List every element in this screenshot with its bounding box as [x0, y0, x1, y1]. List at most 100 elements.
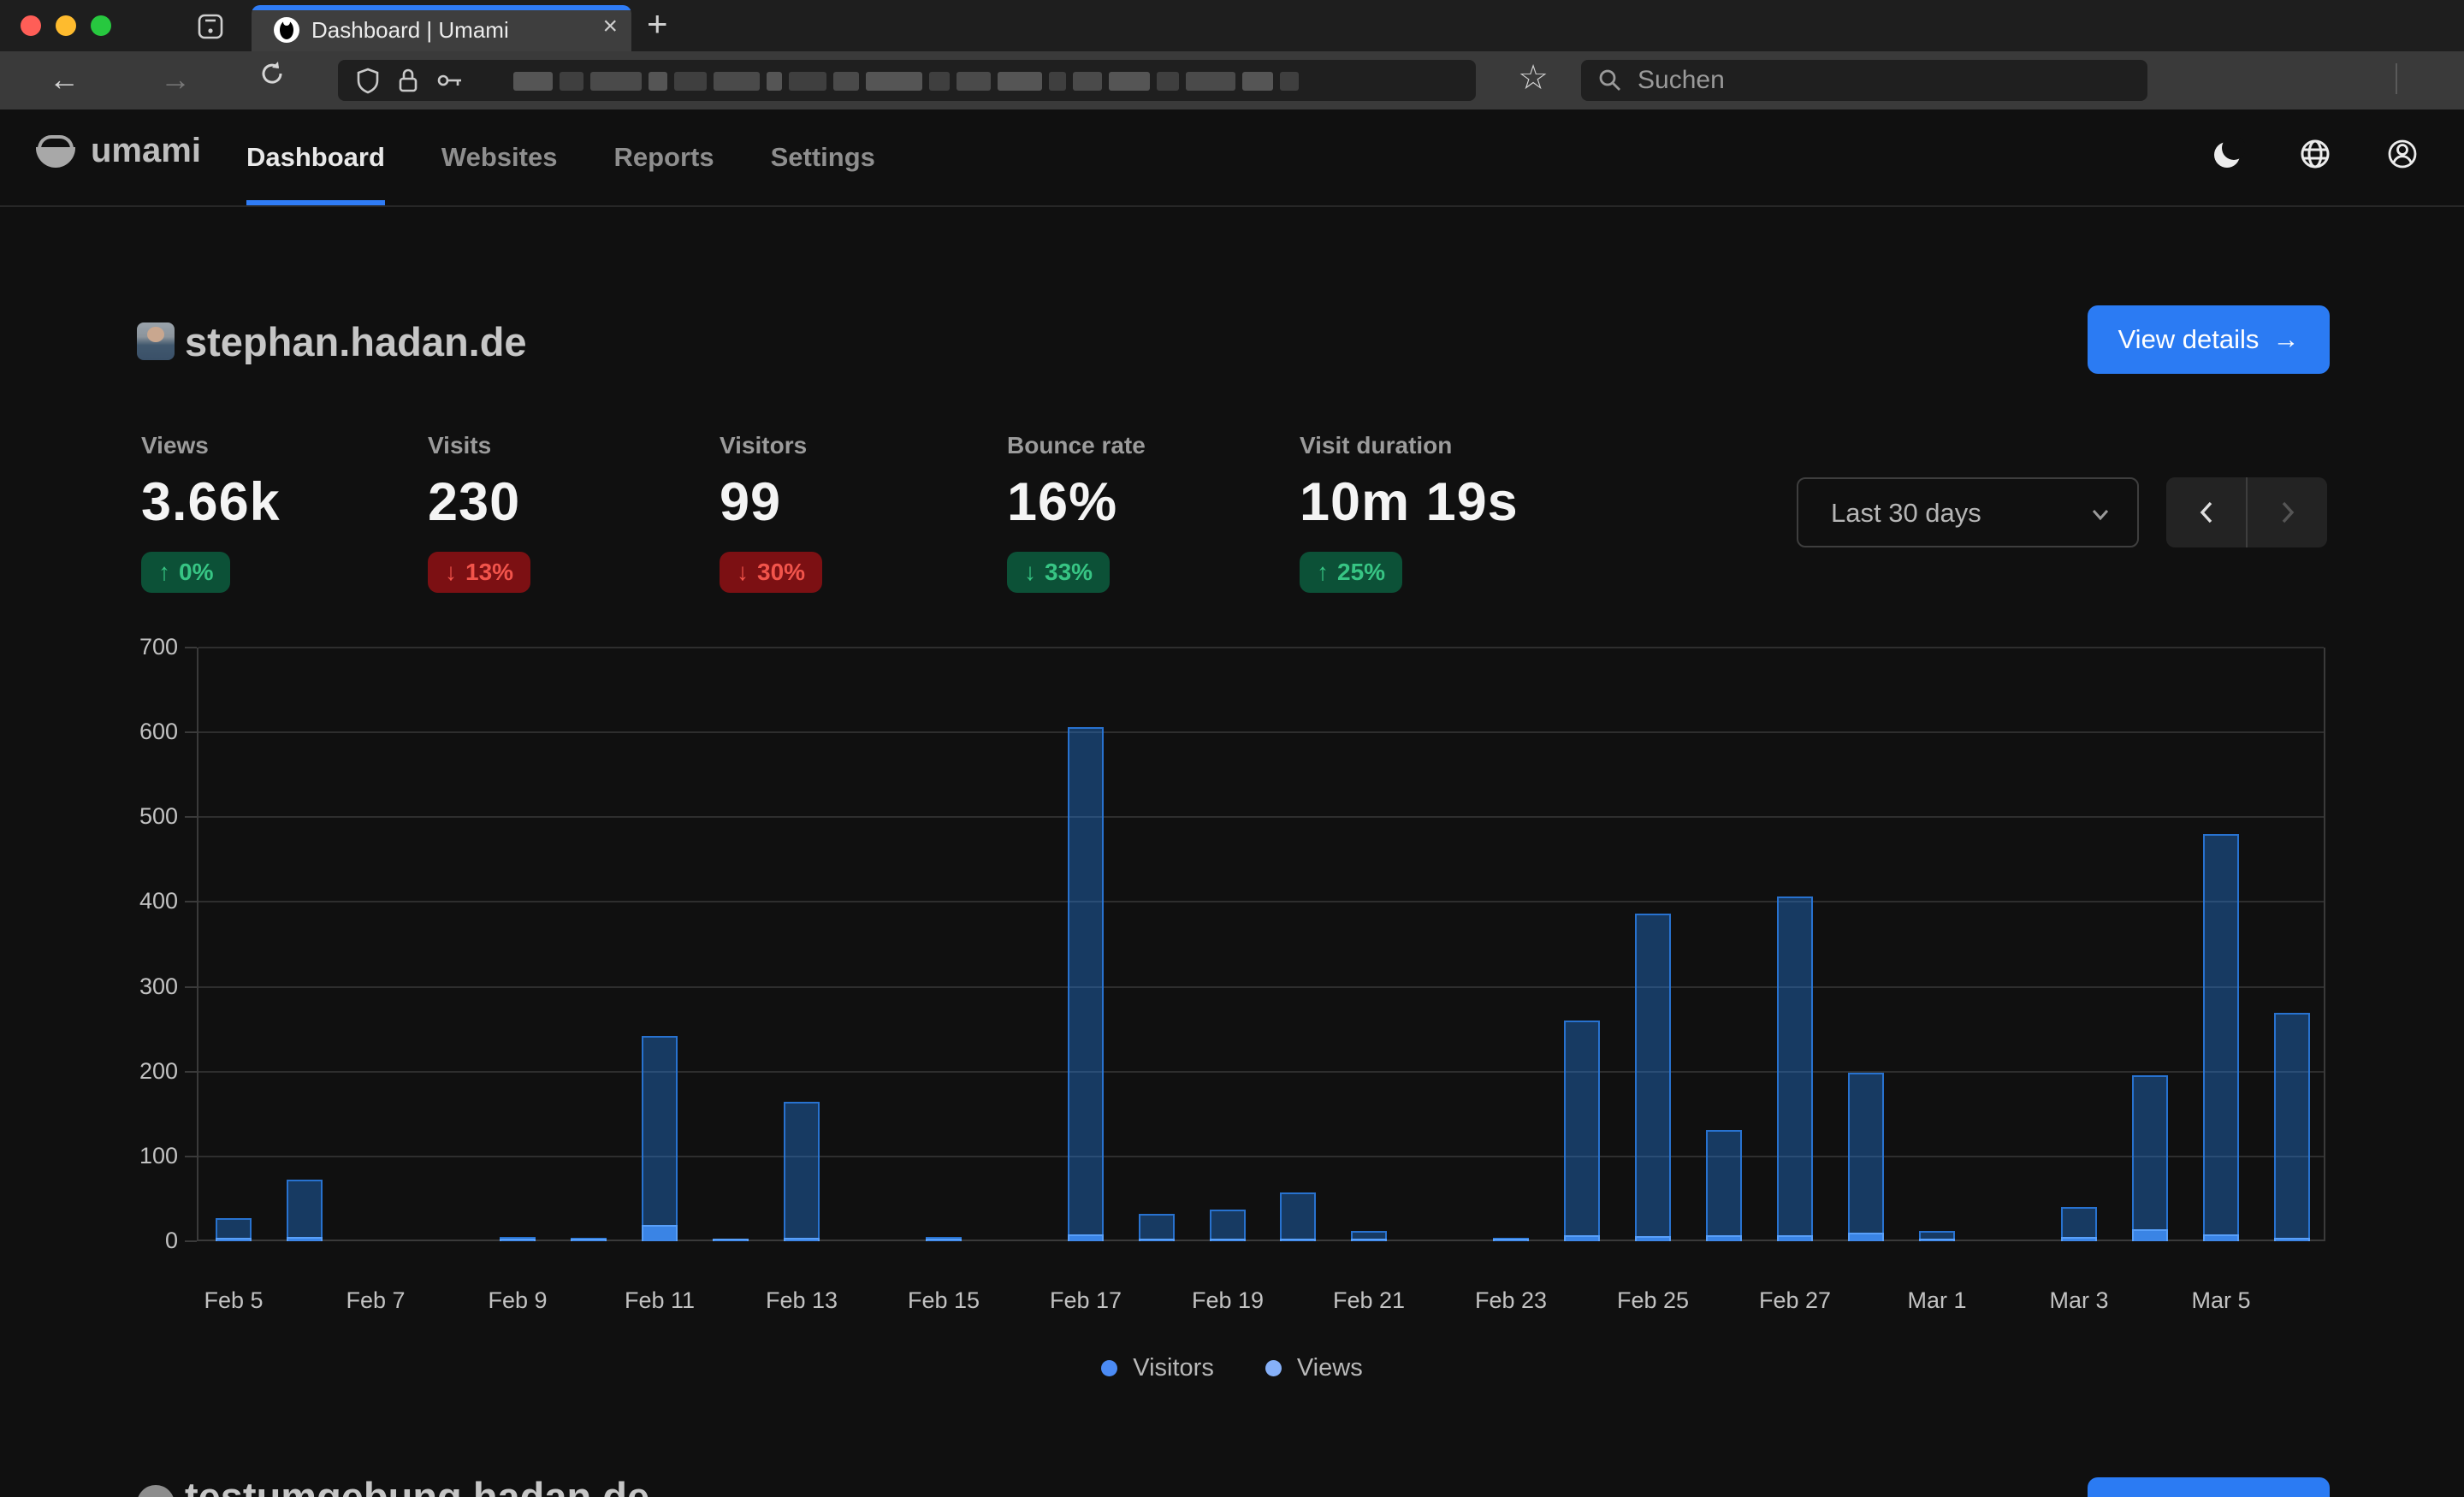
browser-tab[interactable]: Dashboard | Umami ×	[252, 5, 631, 51]
views-bar[interactable]	[784, 1102, 820, 1241]
forward-button[interactable]: →	[155, 62, 196, 98]
address-bar[interactable]	[338, 60, 1476, 101]
x-tick-label: Feb 23	[1442, 1287, 1579, 1314]
visitors-bar[interactable]	[287, 1237, 323, 1241]
visitors-bar[interactable]	[571, 1239, 607, 1241]
y-tick	[185, 816, 197, 818]
legend-item-visitors[interactable]: Visitors	[1101, 1354, 1214, 1382]
views-bar[interactable]	[1068, 727, 1104, 1241]
visitors-bar[interactable]	[2132, 1229, 2168, 1241]
date-range-select[interactable]: Last 30 days	[1797, 477, 2139, 547]
window-close-button[interactable]	[21, 15, 41, 36]
legend-item-views[interactable]: Views	[1265, 1354, 1363, 1382]
x-tick-label: Feb 5	[165, 1287, 302, 1314]
nav-item-settings[interactable]: Settings	[771, 109, 875, 205]
metric-change-value: 25%	[1337, 559, 1385, 586]
views-bar[interactable]	[1777, 896, 1813, 1241]
search-bar[interactable]	[1581, 60, 2147, 101]
site-security-icons	[355, 67, 465, 94]
views-bar[interactable]	[1139, 1214, 1175, 1241]
window-zoom-button[interactable]	[91, 15, 111, 36]
metric-label: Bounce rate	[1007, 432, 1281, 459]
visitors-bar[interactable]	[926, 1239, 962, 1241]
date-range-label: Last 30 days	[1831, 479, 1981, 546]
arrow-down-icon: ↓	[737, 559, 749, 586]
next-period-button[interactable]	[2248, 477, 2327, 547]
back-button[interactable]: ←	[44, 62, 85, 98]
search-input[interactable]	[1638, 60, 2117, 101]
reload-button[interactable]	[258, 59, 299, 88]
x-tick-label: Feb 21	[1300, 1287, 1437, 1314]
visitors-bar[interactable]	[1493, 1239, 1529, 1241]
visitors-bar[interactable]	[2061, 1237, 2097, 1241]
theme-toggle-moon-icon[interactable]	[2211, 137, 2245, 171]
views-bar[interactable]	[1564, 1021, 1600, 1241]
views-bar[interactable]	[1280, 1192, 1316, 1241]
views-bar[interactable]	[1210, 1210, 1246, 1241]
visitors-bar[interactable]	[1919, 1239, 1955, 1241]
page: Dashboard | Umami × + ← → x̄A ☆	[0, 0, 2464, 1497]
sidebar-toggle-icon[interactable]	[195, 11, 226, 42]
visitors-bar[interactable]	[2203, 1234, 2239, 1241]
views-bar[interactable]	[1848, 1073, 1884, 1241]
tab-close-icon[interactable]: ×	[602, 12, 618, 41]
metric-change-value: 30%	[757, 559, 805, 586]
main-nav: Dashboard Websites Reports Settings	[246, 109, 875, 205]
prev-period-button[interactable]	[2166, 477, 2246, 547]
arrow-up-icon: ↑	[1317, 559, 1329, 586]
nav-item-websites[interactable]: Websites	[441, 109, 558, 205]
views-bar[interactable]	[642, 1036, 678, 1241]
visitors-bar[interactable]	[1777, 1235, 1813, 1241]
chevron-down-icon	[2088, 501, 2113, 527]
visitors-bar[interactable]	[642, 1225, 678, 1241]
new-tab-button[interactable]: +	[647, 3, 668, 44]
visitors-bar[interactable]	[1068, 1234, 1104, 1241]
traffic-chart: 0100200300400500600700Feb 5Feb 7Feb 9Feb…	[197, 648, 2325, 1241]
x-tick-label: Feb 17	[1017, 1287, 1154, 1314]
visitors-bar[interactable]	[1139, 1239, 1175, 1241]
views-bar[interactable]	[2132, 1075, 2168, 1241]
views-bar[interactable]	[2061, 1207, 2097, 1241]
x-tick-label: Feb 7	[307, 1287, 444, 1314]
metric-views: Views3.66k↑0%	[141, 432, 415, 593]
nav-item-reports[interactable]: Reports	[613, 109, 714, 205]
y-tick-label: 0	[104, 1228, 178, 1254]
window-minimize-button[interactable]	[56, 15, 76, 36]
y-tick-label: 700	[104, 634, 178, 660]
x-tick-label: Feb 13	[733, 1287, 870, 1314]
bookmark-star-icon[interactable]: ☆	[1513, 58, 1554, 98]
y-tick	[185, 1156, 197, 1157]
visitors-bar[interactable]	[1210, 1239, 1246, 1241]
search-icon	[1598, 68, 1622, 92]
y-tick-label: 500	[104, 803, 178, 830]
visitors-bar[interactable]	[1564, 1235, 1600, 1241]
visitors-bar[interactable]	[1635, 1236, 1671, 1241]
views-bar[interactable]	[1635, 914, 1671, 1241]
next-site-title: testumgebung.hadan.de	[185, 1473, 649, 1497]
profile-icon[interactable]	[2385, 137, 2420, 171]
visitors-bar[interactable]	[1848, 1233, 1884, 1241]
metric-visits: Visits230↓13%	[428, 432, 702, 593]
visitors-bar[interactable]	[1351, 1239, 1387, 1241]
y-tick	[185, 647, 197, 648]
views-bar[interactable]	[1706, 1130, 1742, 1241]
visitors-bar[interactable]	[1706, 1235, 1742, 1241]
metric-value: 16%	[1007, 471, 1281, 533]
views-bar[interactable]	[2203, 834, 2239, 1241]
metric-change-badge: ↓13%	[428, 552, 530, 593]
chevron-left-icon	[2195, 499, 2218, 526]
arrow-down-icon: ↓	[1024, 559, 1036, 586]
visitors-bar[interactable]	[216, 1238, 252, 1241]
next-view-details-button[interactable]	[2088, 1477, 2330, 1497]
visitors-bar[interactable]	[2274, 1238, 2310, 1241]
views-bar[interactable]	[2274, 1013, 2310, 1241]
visitors-bar[interactable]	[713, 1239, 749, 1241]
visitors-bar[interactable]	[784, 1238, 820, 1241]
nav-item-dashboard[interactable]: Dashboard	[246, 109, 385, 205]
umami-logo-icon	[36, 130, 75, 169]
language-globe-icon[interactable]	[2298, 137, 2332, 171]
visitors-bar[interactable]	[500, 1239, 536, 1241]
visitors-bar[interactable]	[1280, 1239, 1316, 1241]
view-details-button[interactable]: View details →	[2088, 305, 2330, 374]
views-bar[interactable]	[287, 1180, 323, 1241]
